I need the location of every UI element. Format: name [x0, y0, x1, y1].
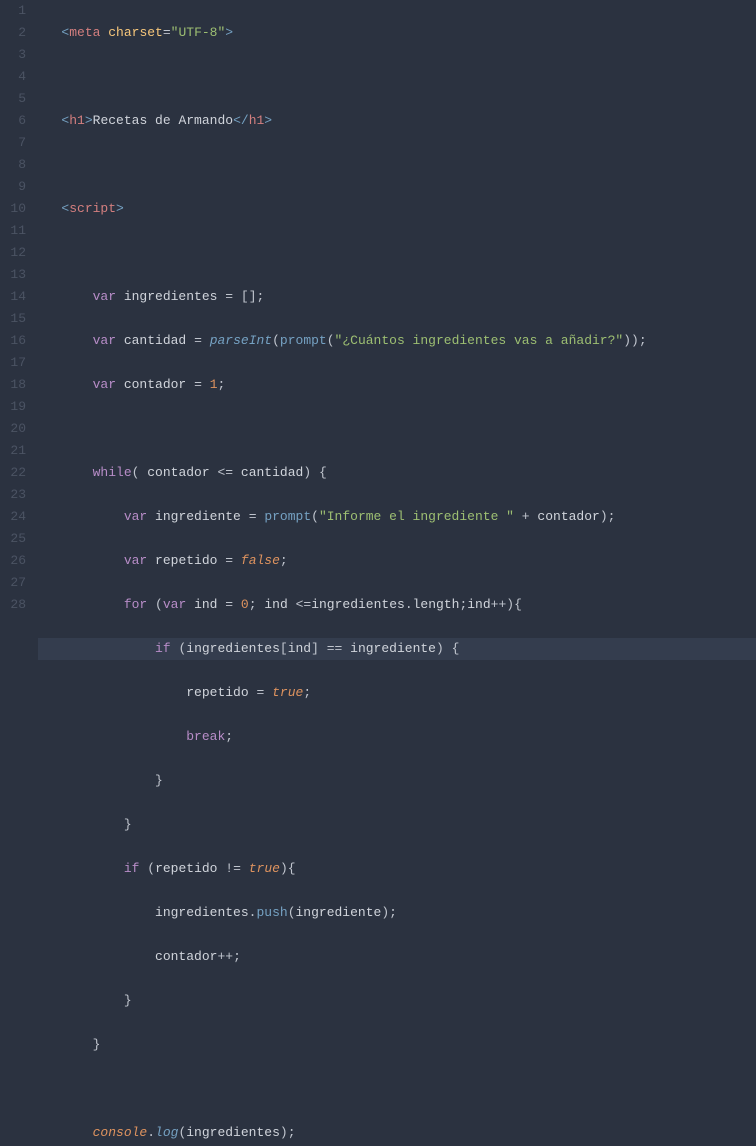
- line-number: 5: [0, 88, 26, 110]
- code-line[interactable]: <h1>Recetas de Armando</h1>: [38, 110, 756, 132]
- code-line[interactable]: for (var ind = 0; ind <=ingredientes.len…: [38, 594, 756, 616]
- line-number: 9: [0, 176, 26, 198]
- line-number: 6: [0, 110, 26, 132]
- code-line[interactable]: var cantidad = parseInt(prompt("¿Cuántos…: [38, 330, 756, 352]
- line-number: 4: [0, 66, 26, 88]
- line-number: 11: [0, 220, 26, 242]
- line-number: 26: [0, 550, 26, 572]
- code-line[interactable]: var repetido = false;: [38, 550, 756, 572]
- code-line[interactable]: while( contador <= cantidad) {: [38, 462, 756, 484]
- code-line[interactable]: <script>: [38, 198, 756, 220]
- line-gutter: 1 2 3 4 5 6 7 8 9 10 11 12 13 14 15 16 1…: [0, 0, 34, 1146]
- line-number: 16: [0, 330, 26, 352]
- line-number: 2: [0, 22, 26, 44]
- line-number: 28: [0, 594, 26, 616]
- code-line[interactable]: }: [38, 1034, 756, 1056]
- line-number: 1: [0, 0, 26, 22]
- line-number: 17: [0, 352, 26, 374]
- line-number: 10: [0, 198, 26, 220]
- code-line[interactable]: [38, 418, 756, 440]
- line-number: 15: [0, 308, 26, 330]
- line-number: 12: [0, 242, 26, 264]
- line-number: 18: [0, 374, 26, 396]
- line-number: 7: [0, 132, 26, 154]
- line-number: 22: [0, 462, 26, 484]
- code-line[interactable]: <meta charset="UTF-8">: [38, 22, 756, 44]
- code-line[interactable]: var contador = 1;: [38, 374, 756, 396]
- code-line[interactable]: [38, 66, 756, 88]
- code-line[interactable]: contador++;: [38, 946, 756, 968]
- code-line[interactable]: [38, 1078, 756, 1100]
- code-area[interactable]: <meta charset="UTF-8"> <h1>Recetas de Ar…: [34, 0, 756, 1146]
- code-line[interactable]: [38, 154, 756, 176]
- line-number: 13: [0, 264, 26, 286]
- code-line[interactable]: break;: [38, 726, 756, 748]
- code-line[interactable]: var ingrediente = prompt("Informe el ing…: [38, 506, 756, 528]
- line-number: 20: [0, 418, 26, 440]
- line-number: 27: [0, 572, 26, 594]
- code-line[interactable]: }: [38, 814, 756, 836]
- code-line[interactable]: repetido = true;: [38, 682, 756, 704]
- line-number: 25: [0, 528, 26, 550]
- line-number: 14: [0, 286, 26, 308]
- code-line[interactable]: }: [38, 770, 756, 792]
- code-line[interactable]: var ingredientes = [];: [38, 286, 756, 308]
- line-number: 3: [0, 44, 26, 66]
- code-line[interactable]: if (repetido != true){: [38, 858, 756, 880]
- code-line[interactable]: }: [38, 990, 756, 1012]
- code-line[interactable]: ingredientes.push(ingrediente);: [38, 902, 756, 924]
- code-line[interactable]: if (ingredientes[ind] == ingrediente) {: [38, 638, 756, 660]
- code-editor[interactable]: 1 2 3 4 5 6 7 8 9 10 11 12 13 14 15 16 1…: [0, 0, 756, 1146]
- line-number: 21: [0, 440, 26, 462]
- line-number: 23: [0, 484, 26, 506]
- line-number: 8: [0, 154, 26, 176]
- code-line[interactable]: console.log(ingredientes);: [38, 1122, 756, 1144]
- line-number: 24: [0, 506, 26, 528]
- line-number: 19: [0, 396, 26, 418]
- code-line[interactable]: [38, 242, 756, 264]
